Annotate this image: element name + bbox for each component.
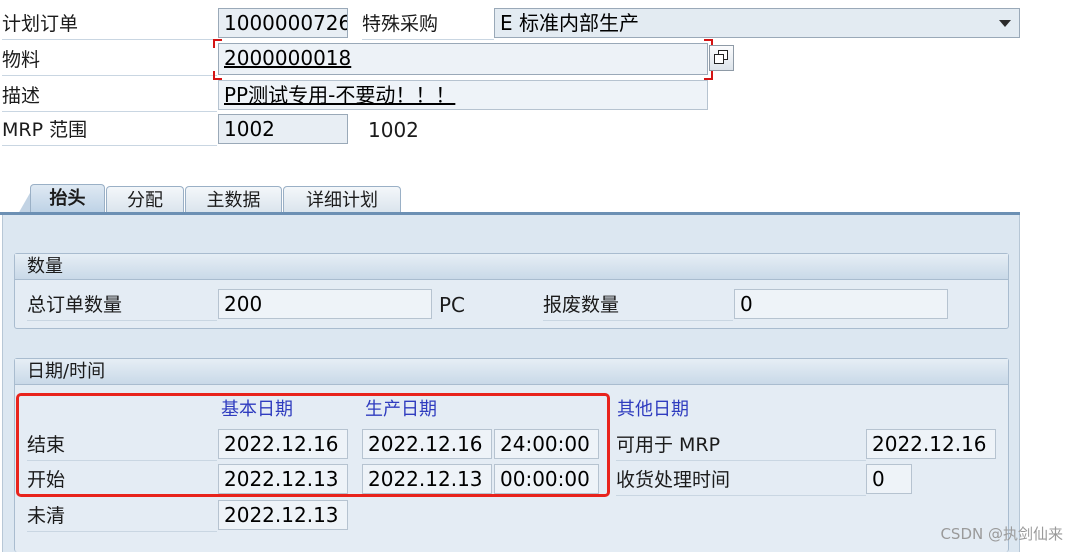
unit-text: PC (439, 293, 466, 317)
scrap-qty-field[interactable]: 0 (734, 289, 948, 319)
material-value: 2000000018 (224, 46, 352, 70)
description-label: 描述 (2, 80, 217, 112)
open-label: 未清 (27, 500, 217, 532)
planned-order-label: 计划订单 (2, 8, 217, 40)
gr-processing-time-field[interactable]: 0 (866, 464, 912, 494)
focus-corner-tl (213, 39, 222, 48)
quantity-group-title: 数量 (15, 254, 1008, 280)
copy-icon[interactable] (709, 45, 734, 71)
planned-order-field[interactable]: 1000000726 (218, 8, 348, 38)
scrap-qty-label: 报废数量 (543, 289, 733, 321)
available-mrp-field[interactable]: 2022.12.16 (866, 429, 996, 459)
mrp-area-text: 1002 (368, 118, 419, 142)
gr-processing-time-label: 收货处理时间 (616, 464, 866, 496)
open-basic-date[interactable]: 2022.12.13 (218, 500, 348, 530)
highlight-box (16, 393, 610, 497)
watermark: CSDN @执剑仙来 (940, 525, 1063, 543)
chevron-down-icon[interactable] (999, 20, 1011, 27)
available-mrp-label: 可用于 MRP (616, 429, 866, 461)
description-value: PP测试专用-不要动！！！ (224, 83, 456, 107)
special-procurement-select[interactable]: E 标准内部生产 (494, 8, 1020, 38)
material-label: 物料 (2, 44, 217, 76)
material-field[interactable]: 2000000018 (218, 43, 708, 75)
tab-detailed-scheduling[interactable]: 详细计划 (283, 186, 401, 214)
special-procurement-value: E 标准内部生产 (500, 11, 639, 35)
mrp-area-field[interactable]: 1002 (218, 114, 348, 144)
total-qty-label: 总订单数量 (27, 289, 217, 321)
mrp-area-label: MRP 范围 (2, 114, 217, 146)
tab-header[interactable]: 抬头 (30, 184, 105, 214)
special-procurement-label: 特殊采购 (362, 8, 494, 40)
focus-corner-bl (213, 71, 222, 80)
dates-group-title: 日期/时间 (15, 359, 1008, 385)
other-dates-header: 其他日期 (617, 399, 689, 420)
description-field[interactable]: PP测试专用-不要动！！！ (218, 80, 708, 110)
focus-corner-br (704, 71, 713, 80)
tab-master-data[interactable]: 主数据 (185, 186, 282, 214)
tab-assignment[interactable]: 分配 (106, 186, 184, 214)
total-qty-field[interactable]: 200 (218, 289, 432, 319)
